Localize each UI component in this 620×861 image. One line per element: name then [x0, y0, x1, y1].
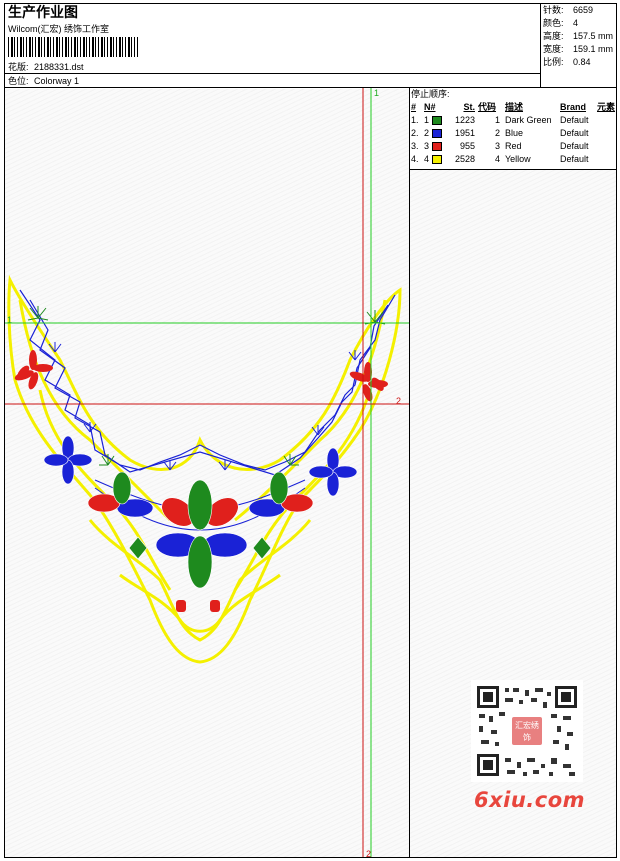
watermark-stamp: 汇宏绣饰 [515, 721, 539, 742]
guide-label-red-bottom: 2 [366, 849, 372, 859]
guide-label-green-top: 1 [374, 88, 380, 98]
blue-zigzag [19, 289, 396, 476]
qr-code: 汇宏绣饰 [471, 680, 583, 782]
guide-label-red-right: 2 [396, 396, 402, 406]
guide-label-green-left: 1 [7, 315, 13, 325]
green-sunbursts [27, 306, 386, 466]
watermark-logo: 6xiu.com [474, 788, 586, 812]
